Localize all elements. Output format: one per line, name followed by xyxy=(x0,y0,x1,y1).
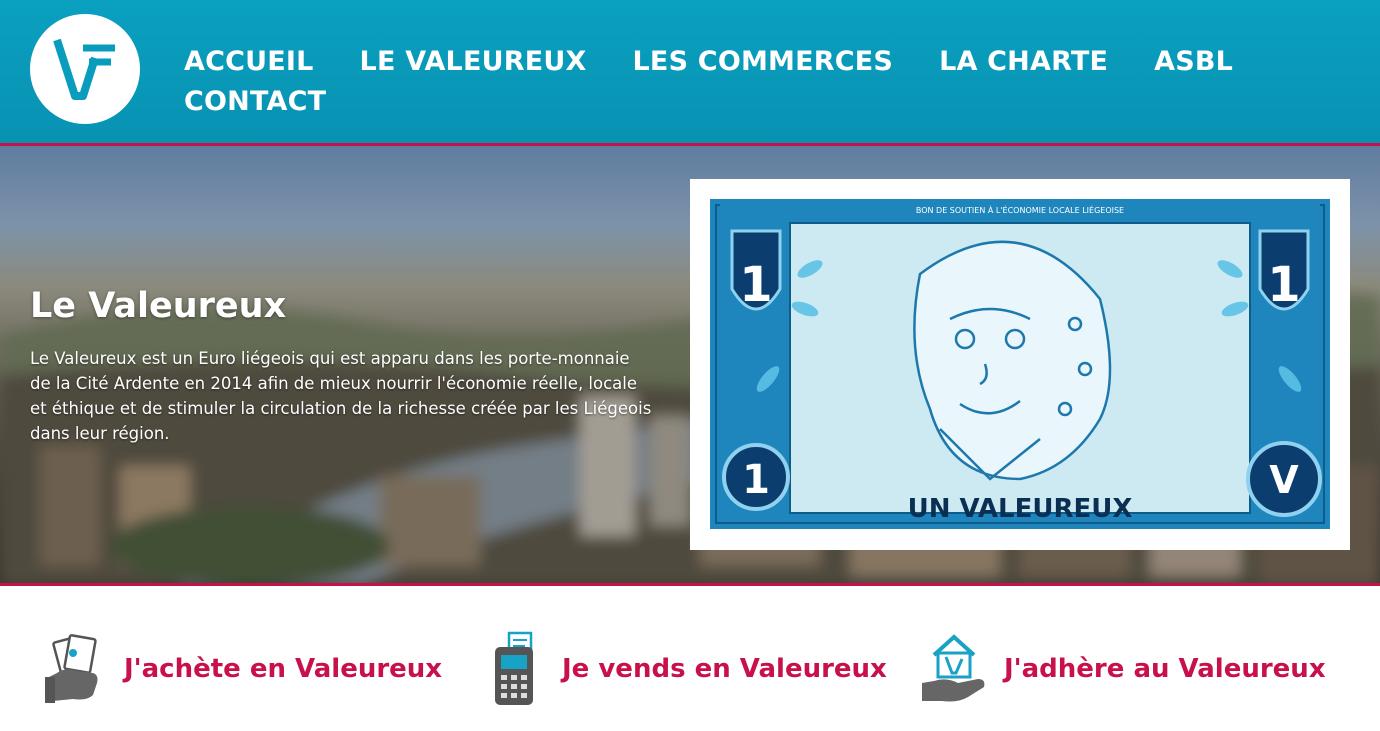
action-vendre-label: Je vends en Valeureux xyxy=(562,654,887,684)
banknote-name: UN VALEUREUX xyxy=(908,494,1133,524)
banknote-seal: V xyxy=(1269,458,1299,502)
money-hand-icon xyxy=(38,631,110,707)
banknote-denomination-left: 1 xyxy=(739,257,772,313)
banknote-denomination-right: 1 xyxy=(1267,257,1300,313)
site-logo[interactable] xyxy=(30,14,140,124)
action-vendre[interactable]: Je vends en Valeureux xyxy=(476,631,887,707)
banknote-illustration: BON DE SOUTIEN À L'ÉCONOMIE LOCALE LIÉGE… xyxy=(710,199,1330,529)
nav-le-valeureux[interactable]: LE VALEUREUX xyxy=(360,46,587,78)
site-header: ACCUEIL LE VALEUREUX LES COMMERCES LA CH… xyxy=(0,0,1380,146)
actions-section: J'achète en Valeureux Je vends en Valeur… xyxy=(0,589,1380,731)
nav-contact[interactable]: CONTACT xyxy=(184,86,326,118)
banknote-denomination-bottom: 1 xyxy=(742,457,770,503)
main-nav: ACCUEIL LE VALEUREUX LES COMMERCES LA CH… xyxy=(184,46,1284,118)
payment-terminal-icon xyxy=(476,631,548,707)
banknote-top-text: BON DE SOUTIEN À L'ÉCONOMIE LOCALE LIÉGE… xyxy=(916,204,1124,215)
hero-section: Le Valeureux Le Valeureux est un Euro li… xyxy=(0,146,1380,586)
hero-description: Le Valeureux est un Euro liégeois qui es… xyxy=(30,349,652,443)
valeureux-logo-icon xyxy=(53,38,115,100)
house-hand-icon xyxy=(918,631,990,707)
action-acheter[interactable]: J'achète en Valeureux xyxy=(38,631,442,707)
banknote-image: BON DE SOUTIEN À L'ÉCONOMIE LOCALE LIÉGE… xyxy=(690,179,1350,550)
nav-asbl[interactable]: ASBL xyxy=(1154,46,1233,78)
nav-la-charte[interactable]: LA CHARTE xyxy=(939,46,1108,78)
hero-title: Le Valeureux xyxy=(30,286,287,326)
action-adherer[interactable]: J'adhère au Valeureux xyxy=(918,631,1326,707)
nav-les-commerces[interactable]: LES COMMERCES xyxy=(633,46,894,78)
nav-accueil[interactable]: ACCUEIL xyxy=(184,46,314,78)
action-acheter-label: J'achète en Valeureux xyxy=(124,654,443,684)
action-adherer-label: J'adhère au Valeureux xyxy=(1004,654,1326,684)
